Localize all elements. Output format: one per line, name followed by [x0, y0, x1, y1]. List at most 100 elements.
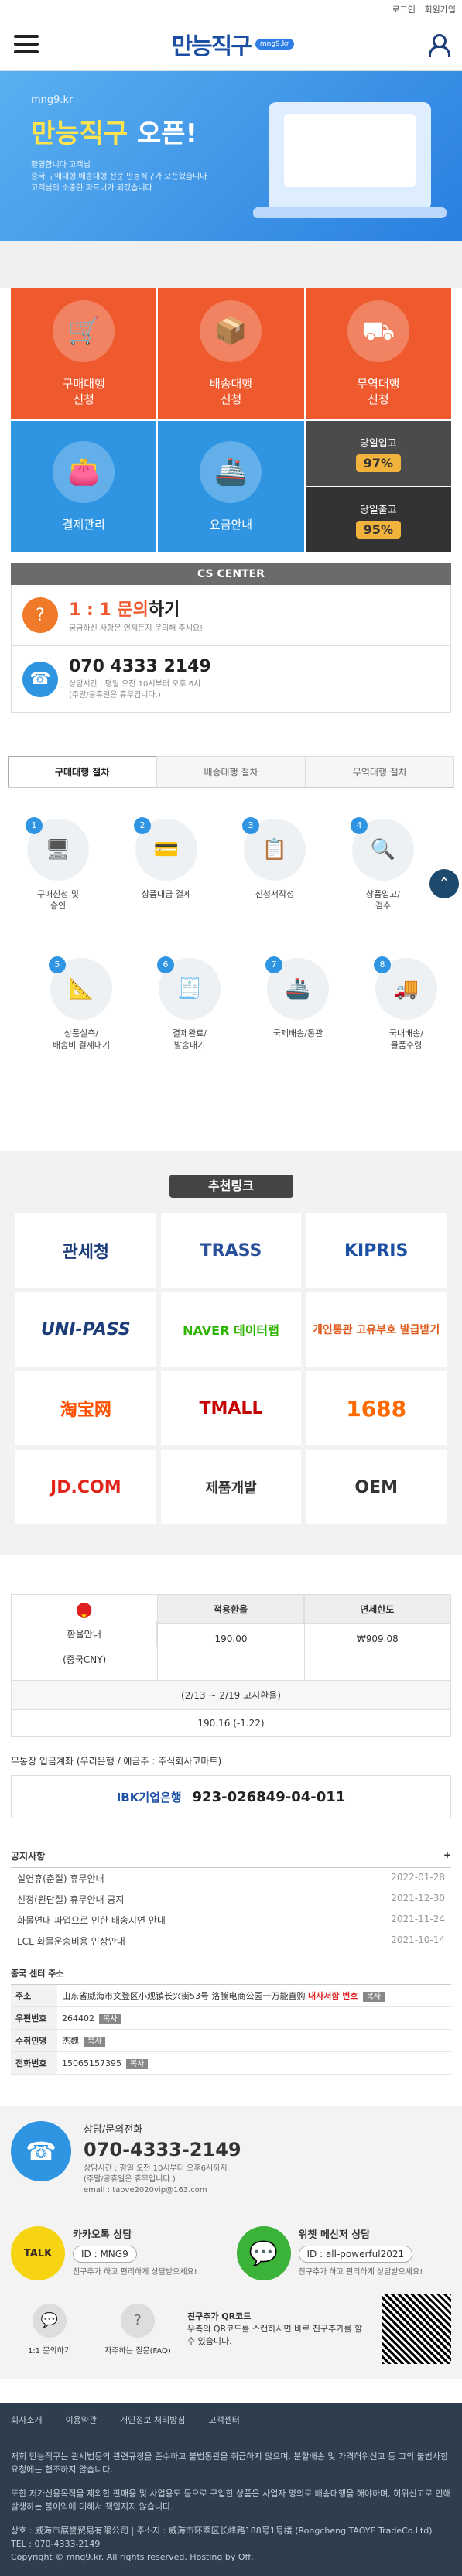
- bank-title: 무통장 입금계좌 (우리은행 / 예금주 : 주식회사코마트): [11, 1756, 222, 1767]
- stat-value: 95%: [355, 521, 401, 539]
- link-taobao[interactable]: 淘宝网: [15, 1371, 156, 1445]
- link-customs-code[interactable]: 개인통관 고유부호 발급받기: [306, 1292, 447, 1367]
- step-label: 상품입고/ 검수: [365, 889, 401, 911]
- link-grid: 관세청 TRASS KIPRIS UNI-PASS NAVER 데이터랩 개인통…: [15, 1213, 447, 1524]
- service-payment[interactable]: 👛 결제관리: [11, 421, 157, 552]
- stat-value: 97%: [355, 454, 401, 472]
- faq-button[interactable]: ? 자주하는 질문(FAQ): [99, 2303, 176, 2355]
- kakao-consult[interactable]: TALK 카카오톡 상담 ID : MNG9 친구추가 하고 편리하게 상담받으…: [11, 2226, 226, 2280]
- link-customs[interactable]: 관세청: [15, 1213, 156, 1288]
- main-banner[interactable]: mng9.kr 만능직구 오픈! 환영합니다 고객님 중국 구매대행 배송대행 …: [0, 71, 462, 241]
- footer-link-support[interactable]: 고객센터: [208, 2414, 239, 2426]
- scroll-top-button[interactable]: ⌃: [429, 869, 459, 898]
- footer-link-terms[interactable]: 이용약관: [65, 2414, 96, 2426]
- inquiry-button[interactable]: 💬 1:1 문의하기: [11, 2303, 88, 2355]
- addr-key: 우편번호: [11, 2007, 57, 2029]
- step-label: 국제배송/통관: [272, 1028, 323, 1038]
- notice-item[interactable]: 설연휴(춘절) 휴무안내 2022-01-28: [11, 1868, 451, 1889]
- copy-button[interactable]: 복사: [362, 1992, 385, 2002]
- copy-button[interactable]: 복사: [84, 2037, 106, 2047]
- step-label: 구매신청 및 승인: [36, 889, 80, 911]
- footer-notice-2: 또한 저가신용목적을 제외한 판매용 및 사업용도 등으로 구입한 상품은 사업…: [11, 2489, 451, 2512]
- wechat-id: ID : all-powerful2021: [298, 2246, 413, 2263]
- footer-link-privacy[interactable]: 개인정보 처리방침: [120, 2414, 185, 2426]
- plus-icon[interactable]: +: [443, 1849, 451, 1863]
- faq-label: 자주하는 질문(FAQ): [104, 2346, 171, 2355]
- addr-recipient: 杰魏: [62, 2036, 79, 2046]
- link-tmall[interactable]: TMALL: [160, 1371, 302, 1445]
- step-8: 🚚 8 국내배송/ 물품수령: [364, 956, 449, 1051]
- link-product-dev[interactable]: 제품개발: [160, 1450, 302, 1524]
- page: 로그인 회원가입 만능직구 mng9.kr mng9.kr 만능직구 오픈! 환…: [0, 0, 462, 2576]
- footer-link-about[interactable]: 회사소개: [11, 2414, 42, 2426]
- wechat-consult[interactable]: 💬 위챗 메신저 상담 ID : all-powerful2021 친구추가 하…: [236, 2226, 452, 2280]
- link-1688[interactable]: 1688: [306, 1371, 447, 1445]
- notice-item-date: 2022-01-28: [391, 1872, 445, 1883]
- service-fees[interactable]: 🚢 요금안내: [158, 421, 304, 552]
- tab-shipping-process[interactable]: 배송대행 절차: [156, 756, 306, 787]
- qr-text: 친구추가 QR코드 우측의 QR코드를 스캔하시면 바로 친구추가를 할 수 있…: [187, 2311, 371, 2348]
- contact-hours: 상담시간 : 평일 오전 10시부터 오후6시까지: [84, 2164, 228, 2173]
- phone-icon: ☎: [11, 2121, 71, 2181]
- link-trass[interactable]: TRASS: [160, 1213, 302, 1288]
- user-icon[interactable]: [426, 32, 450, 57]
- banner-title-b: 오픈!: [136, 118, 198, 149]
- rate-val2: ₩909.08: [356, 1634, 399, 1644]
- notice-item[interactable]: LCL 화물운송비용 인상안내 2021-10-14: [11, 1931, 451, 1952]
- cs-phone: 070 4333 2149: [69, 657, 211, 676]
- phone-icon: ☎: [22, 661, 58, 697]
- phone-row[interactable]: ☎ 070 4333 2149 상담시간 : 평일 오전 10시부터 오후 6시…: [11, 646, 451, 713]
- addr-text: 山东省威海市文登区小观镇长兴街53号 洛騰电商公园一万能直购: [62, 1991, 306, 2001]
- logo-badge: mng9.kr: [255, 38, 294, 50]
- service-shipping[interactable]: 📦 배송대행 신청: [158, 288, 304, 419]
- inspect-icon: 🔍 4: [351, 817, 414, 881]
- chat-icon: 💬: [33, 2303, 67, 2338]
- addr-zip: 264402: [62, 2013, 94, 2024]
- addr-row: 전화번호 15065157395 복사: [11, 2052, 451, 2075]
- notice-header: 공지사항 +: [11, 1845, 451, 1868]
- step-1: 🖥 1 구매신청 및 승인: [15, 817, 101, 912]
- logo[interactable]: 만능직구 mng9.kr: [171, 27, 294, 61]
- link-unipass[interactable]: UNI-PASS: [15, 1292, 156, 1367]
- footer-body: 저희 만능직구는 관세법등의 관련규정을 준수하고 불법통관을 취급하지 않으며…: [0, 2437, 462, 2576]
- contact-email[interactable]: email : taove2020vip@163.com: [84, 2185, 241, 2196]
- addr-phone: 15065157395: [62, 2058, 121, 2068]
- notice-item[interactable]: 화물연대 파업으로 인한 배송지연 안내 2021-11-24: [11, 1910, 451, 1931]
- inquiry-row[interactable]: ? 1 : 1 문의하기 궁금하신 사항은 언제든지 문의해 주세요!: [11, 585, 451, 646]
- notice-item-title: 설연휴(춘절) 휴무안내: [17, 1873, 104, 1884]
- menu-icon[interactable]: [14, 34, 39, 53]
- addr-value: 264402 복사: [57, 2007, 451, 2029]
- step-num: 4: [351, 817, 368, 834]
- link-naver-datalab[interactable]: NAVER 데이터랩: [160, 1292, 302, 1367]
- join-link[interactable]: 회원가입: [425, 5, 456, 15]
- links-title: 추천링크: [169, 1175, 293, 1198]
- service-sub: 신청: [73, 392, 94, 406]
- notice-item[interactable]: 신정(원단절) 휴무안내 공지 2021-12-30: [11, 1889, 451, 1910]
- service-trade[interactable]: ⛟ 무역대행 신청: [305, 288, 451, 419]
- inquiry-desc: 궁금하신 사항은 언제든지 문의해 주세요!: [69, 624, 204, 633]
- laptop-illustration: [253, 102, 447, 218]
- copy-button[interactable]: 복사: [125, 2059, 149, 2069]
- service-purchase[interactable]: 🛒 구매대행 신청: [11, 288, 157, 419]
- rate-col1: 적용환율: [158, 1595, 304, 1624]
- step-3: 📋 3 신청서작성: [232, 817, 317, 900]
- step-label: 국내배송/ 물품수령: [388, 1028, 424, 1050]
- rate-val1: 190.00: [214, 1634, 248, 1644]
- copy-button[interactable]: 복사: [99, 2014, 121, 2024]
- contact-tel[interactable]: 070-4333-2149: [84, 2139, 241, 2160]
- bank-box: IBK기업은행 923-026849-04-011: [11, 1775, 451, 1818]
- rate-header: ★ 환율안내 (중국CNY) 적용환율 190.00 면세한도 ₩909.08: [12, 1595, 450, 1680]
- link-kipris[interactable]: KIPRIS: [306, 1213, 447, 1288]
- step-num: 3: [242, 817, 259, 834]
- addr-value: 杰魏 복사: [57, 2030, 451, 2051]
- tab-trade-process[interactable]: 무역대행 절차: [305, 756, 454, 787]
- link-oem[interactable]: OEM: [306, 1450, 447, 1524]
- process-tabs: 구매대행 절차 배송대행 절차 무역대행 절차: [8, 756, 454, 788]
- inquiry-prefix: 1 : 1 문의: [69, 600, 149, 620]
- tab-purchase-process[interactable]: 구매대행 절차: [8, 756, 157, 787]
- login-link[interactable]: 로그인: [392, 5, 416, 15]
- footer: 회사소개 이용약관 개인정보 처리방침 고객센터 저희 만능직구는 관세법등의 …: [0, 2403, 462, 2576]
- footer-tel: TEL : 070-4333-2149: [11, 2539, 101, 2549]
- ship-icon: 🚢: [200, 441, 262, 503]
- link-jd[interactable]: JD.COM: [15, 1450, 156, 1524]
